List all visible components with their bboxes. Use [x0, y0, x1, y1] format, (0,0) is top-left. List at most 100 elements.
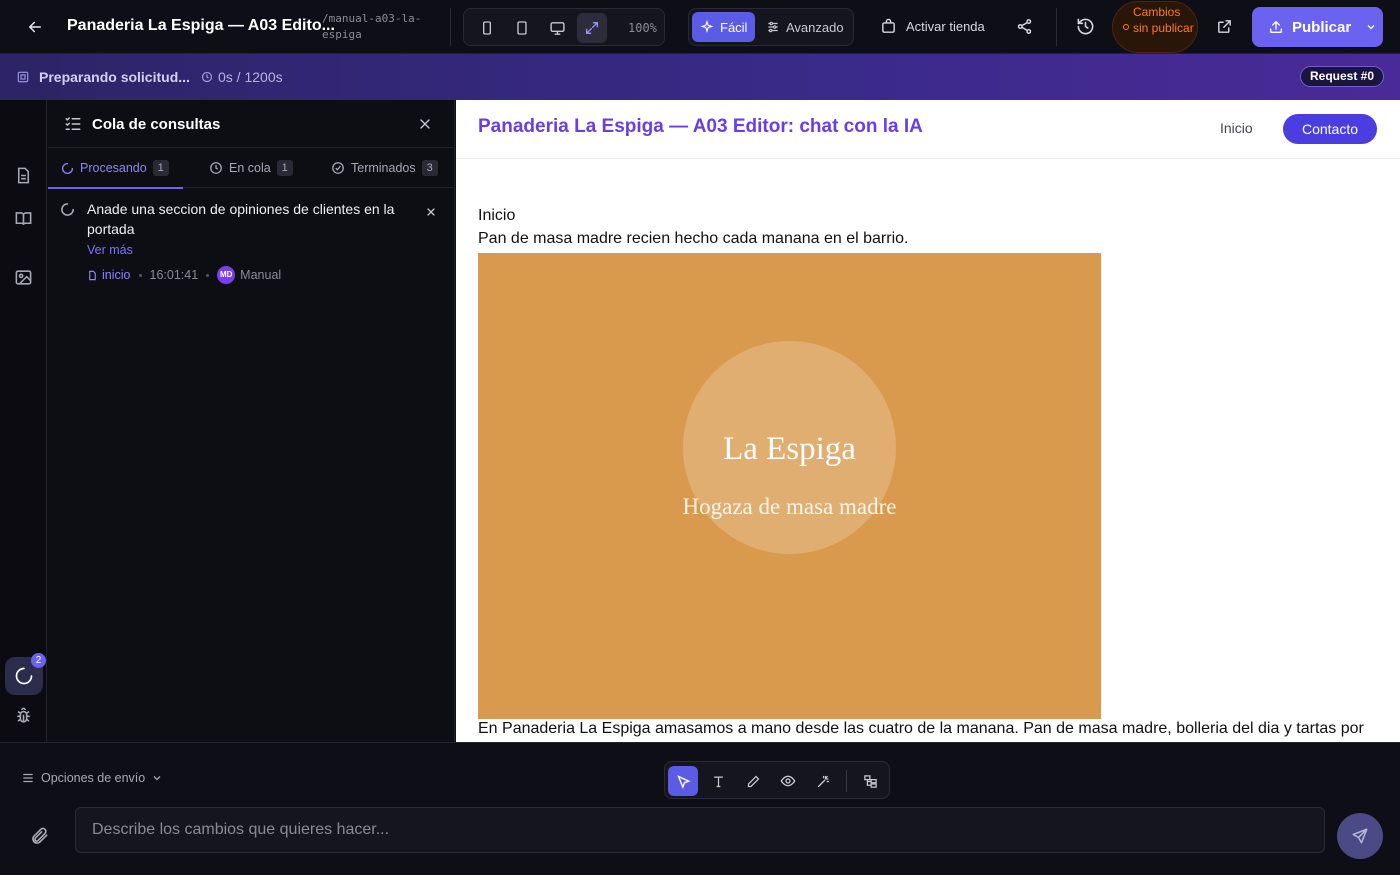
task-time: 16:01:41 [149, 268, 199, 282]
cancel-task-button[interactable] [425, 205, 437, 217]
panel-header: Cola de consultas [48, 100, 455, 148]
request-status-title: Preparando solicitud... [39, 69, 190, 85]
history-button[interactable] [1076, 17, 1095, 36]
mode-advanced-label: Avanzado [786, 19, 844, 35]
cpu-icon [17, 71, 29, 83]
task-meta: inicio 16:01:41 MD Manual [87, 266, 281, 284]
image-icon [15, 269, 31, 285]
magic-tool-button[interactable] [808, 766, 838, 796]
separator-dot [206, 273, 210, 277]
clock-icon [210, 162, 222, 174]
paperclip-icon [32, 827, 48, 844]
debug-button[interactable] [11, 703, 35, 727]
upload-icon [1270, 20, 1282, 33]
prompt-input[interactable] [75, 807, 1325, 853]
site-preview: Panaderia La Espiga — A03 Editor: chat c… [456, 100, 1400, 742]
preview-subheading: Pan de masa madre recien hecho cada mana… [478, 230, 909, 247]
share-icon [1017, 19, 1032, 34]
share-button[interactable] [1016, 18, 1033, 35]
docs-button[interactable] [11, 206, 35, 230]
media-button[interactable] [11, 265, 35, 289]
avatar: MD [217, 266, 236, 284]
top-bar: Panaderia La Espiga — A03 Edito... /manu… [0, 0, 1400, 54]
book-open-icon [15, 211, 31, 225]
open-external-button[interactable] [1216, 18, 1233, 35]
loader-icon [15, 667, 33, 685]
queue-task-item[interactable]: Anade una seccion de opiniones de client… [48, 196, 455, 296]
draw-tool-button[interactable] [738, 766, 768, 796]
sliders-icon [23, 773, 33, 783]
request-timer-value: 0s / 1200s [218, 69, 283, 85]
activate-store-button[interactable]: Activar tienda [880, 18, 985, 35]
zoom-level[interactable]: 100% [628, 21, 657, 35]
tab-queued-label: En cola [229, 161, 271, 175]
sliders-icon [768, 21, 778, 33]
mobile-view-button[interactable] [472, 13, 502, 43]
monitor-icon [549, 21, 565, 35]
type-icon [713, 776, 723, 787]
send-button[interactable] [1337, 813, 1383, 859]
close-panel-button[interactable] [417, 116, 433, 132]
preview-navbar: Panaderia La Espiga — A03 Editor: chat c… [456, 100, 1400, 159]
select-tool-button[interactable] [668, 766, 698, 796]
close-icon [420, 119, 430, 129]
preview-brand[interactable]: Panaderia La Espiga — A03 Editor: chat c… [478, 116, 923, 138]
query-queue-panel: Cola de consultas Procesando 1 En cola 1… [48, 100, 455, 742]
list-checks-icon [65, 117, 81, 130]
arrow-left-icon [28, 21, 41, 33]
preview-contact-button[interactable]: Contacto [1283, 114, 1377, 144]
see-more-link[interactable]: Ver más [87, 243, 133, 257]
attach-button[interactable] [28, 824, 52, 848]
clock-icon [201, 71, 213, 83]
tablet-view-button[interactable] [507, 13, 537, 43]
mode-advanced-button[interactable]: Avanzado [758, 12, 852, 42]
send-options-button[interactable]: Opciones de envío [21, 771, 163, 785]
hero-image: La Espiga Hogaza de masa madre [478, 253, 1101, 719]
mode-easy-button[interactable]: Fácil [692, 12, 756, 42]
external-link-icon [1218, 20, 1231, 33]
eye-icon [780, 775, 796, 787]
activate-store-label: Activar tienda [906, 19, 985, 34]
history-icon [1077, 18, 1094, 35]
bug-icon [16, 707, 30, 723]
send-icon [1352, 828, 1368, 844]
chevron-down-icon[interactable] [1365, 21, 1377, 33]
desktop-view-button[interactable] [542, 13, 572, 43]
publish-button[interactable]: Publicar [1252, 7, 1383, 47]
preview-nav-home[interactable]: Inicio [1220, 120, 1253, 136]
preview-tool-button[interactable] [773, 766, 803, 796]
pages-button[interactable] [11, 163, 35, 187]
send-options-label: Opciones de envío [41, 771, 146, 785]
back-button[interactable] [22, 14, 48, 40]
tab-processing-label: Procesando [80, 161, 147, 175]
shopping-bag-icon [882, 18, 895, 33]
divider [1056, 8, 1057, 46]
tab-finished[interactable]: Terminados 3 [331, 148, 438, 188]
structure-tool-button[interactable] [855, 766, 885, 796]
tab-processing[interactable]: Procesando 1 [48, 148, 183, 189]
hero-subtitle: Hogaza de masa madre [682, 494, 897, 519]
tab-queued[interactable]: En cola 1 [209, 148, 293, 188]
tab-finished-count: 3 [421, 160, 438, 176]
preview-heading: Inicio [478, 207, 516, 224]
task-page-link[interactable]: inicio [87, 268, 131, 282]
tab-finished-label: Terminados [351, 161, 416, 175]
task-description: Anade una seccion de opiniones de client… [87, 201, 395, 237]
request-status-bar: Preparando solicitud... 0s / 1200s [0, 54, 1400, 100]
divider [846, 770, 847, 792]
close-icon [427, 208, 435, 216]
prompt-composer: Opciones de envío [0, 742, 1400, 875]
text-tool-button[interactable] [703, 766, 733, 796]
tab-processing-count: 1 [152, 160, 169, 176]
preview-body-text: En Panaderia La Espiga amasamos a mano d… [478, 720, 1364, 737]
unpublished-label: Cambios sin publicar [1133, 5, 1194, 35]
fullwidth-view-button[interactable] [577, 13, 607, 43]
task-author: Manual [240, 268, 282, 282]
mode-easy-label: Fácil [720, 19, 748, 35]
left-rail [0, 100, 47, 742]
expand-icon [586, 22, 598, 34]
unpublished-changes-badge[interactable]: Cambios sin publicar [1112, 1, 1198, 53]
divider [450, 8, 451, 46]
hero-title: La Espiga [723, 431, 856, 467]
mode-switcher: Fácil Avanzado [688, 8, 854, 46]
